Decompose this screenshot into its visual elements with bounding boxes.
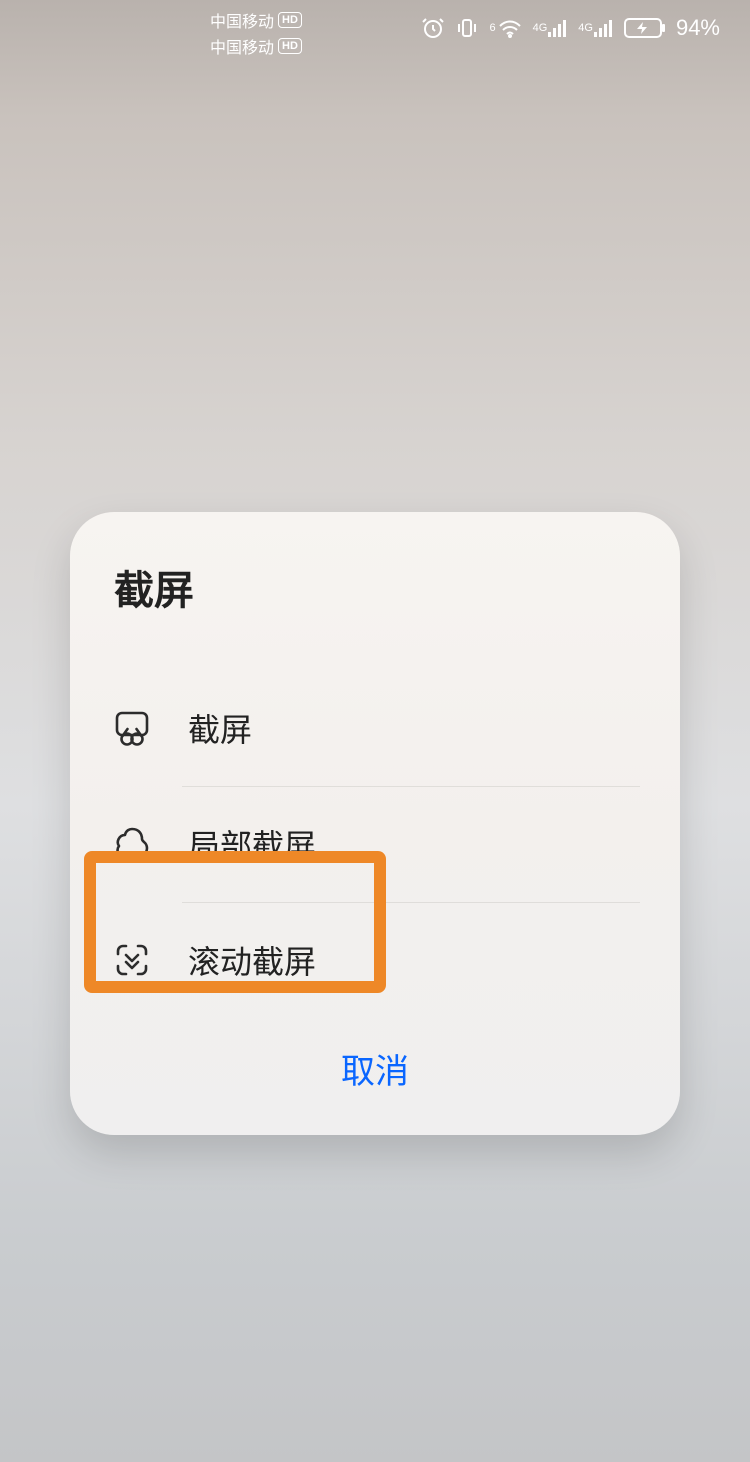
battery-icon [624,18,666,38]
option-partial-screenshot[interactable]: 局部截屏 [110,786,640,902]
status-bar-right: 6 4G 4G 94% [421,8,720,48]
wifi-icon: 6 [489,18,522,38]
signal-1-icon: 4G [533,19,569,37]
hd-badge-2: HD [278,38,302,54]
scroll-screenshot-icon [110,938,154,982]
carrier-1: 中国移动 [210,8,274,32]
hd-badge-1: HD [278,12,302,28]
vibrate-icon [455,16,479,40]
option-screenshot[interactable]: 截屏 [110,670,640,786]
option-label: 局部截屏 [188,821,316,867]
signal-2-icon: 4G [578,19,614,37]
option-label: 截屏 [188,705,252,751]
carrier-2: 中国移动 [210,34,274,58]
cancel-row: 取消 [110,1018,640,1123]
option-label: 滚动截屏 [188,937,316,983]
status-bar-carriers: 中国移动 HD 中国移动 HD [210,8,302,58]
cancel-button[interactable]: 取消 [341,1044,409,1093]
modal-title: 截屏 [114,558,640,616]
screenshot-options-list: 截屏 局部截屏 滚动截屏 [110,670,640,1018]
option-scroll-screenshot[interactable]: 滚动截屏 [110,902,640,1018]
screenshot-icon [110,706,154,750]
status-bar: 中国移动 HD 中国移动 HD 6 4G 4G 94% [0,0,750,60]
alarm-icon [421,16,445,40]
screenshot-modal: 截屏 截屏 局部截屏 [70,512,680,1135]
battery-percent: 94% [676,15,720,41]
partial-screenshot-icon [110,822,154,866]
